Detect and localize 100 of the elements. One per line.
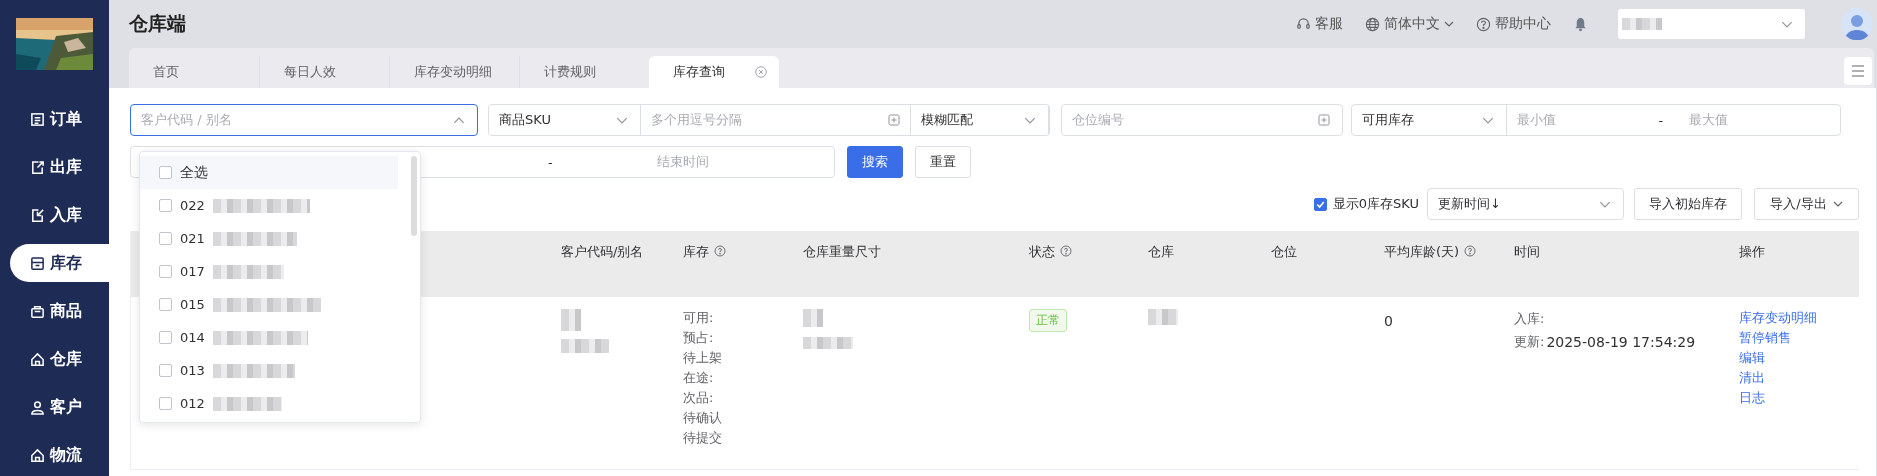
stock-line: 待提交 [683, 429, 722, 446]
checkbox[interactable] [159, 397, 172, 410]
bell-icon[interactable] [1573, 16, 1588, 32]
checkbox-label[interactable]: 显示0库存SKU [1332, 195, 1419, 213]
redacted-block [1148, 309, 1178, 325]
column-header: 时间 [1514, 243, 1541, 261]
column-header: 仓库重量尺寸 [803, 243, 882, 261]
globe-icon [1365, 16, 1380, 32]
action-link[interactable]: 编辑 [1739, 349, 1765, 366]
time-label: 更新: [1514, 333, 1545, 351]
checkbox[interactable] [159, 265, 172, 278]
action-link[interactable]: 清出 [1739, 369, 1765, 386]
app-title: 仓库端 [129, 11, 186, 36]
match-select[interactable]: 模糊匹配 [911, 105, 1049, 135]
house-icon [30, 351, 45, 367]
checkbox[interactable] [159, 331, 172, 344]
redacted-block [561, 309, 581, 331]
column-header: 仓位 [1271, 243, 1298, 261]
header-link[interactable]: 客服 [1296, 15, 1343, 33]
stock-type-select[interactable]: 可用库存 [1352, 105, 1507, 135]
checkbox[interactable] [159, 232, 172, 245]
menu-icon[interactable] [1844, 57, 1872, 85]
reset-button[interactable]: 重置 [915, 146, 971, 178]
table-cell: 0 [1384, 313, 1393, 329]
sidebar-item[interactable]: 物流 [0, 436, 109, 474]
caret-icon [1832, 201, 1843, 207]
stock-line: 在途: [683, 369, 714, 386]
action-link[interactable]: 日志 [1739, 389, 1765, 406]
help-icon [1476, 16, 1491, 32]
column-header: 平均库龄(天) [1384, 231, 1514, 297]
stock-line: 可用: [683, 309, 714, 326]
stock-line: 待确认 [683, 409, 722, 426]
dropdown-option[interactable]: 021 [140, 222, 420, 255]
redacted-block [561, 339, 609, 353]
dropdown-option[interactable]: 全选 [140, 156, 398, 189]
header-link[interactable]: 简体中文 [1365, 15, 1454, 33]
column-header: 操作 [1739, 243, 1766, 261]
add-icon[interactable] [1318, 114, 1330, 126]
export-icon [30, 159, 45, 175]
user-icon [30, 399, 45, 415]
column-header: 库存 [683, 231, 803, 297]
caret-icon [616, 116, 628, 124]
sidebar-item[interactable]: 仓库 [0, 340, 109, 378]
caret-icon [1444, 21, 1454, 27]
caret-icon [1781, 20, 1793, 28]
dropdown-option[interactable]: 012 [140, 387, 420, 420]
redacted-block [212, 396, 282, 411]
sku-type-select[interactable]: 商品SKU [489, 105, 641, 135]
headset-icon [1296, 16, 1311, 32]
box-icon [30, 255, 45, 271]
range-separator: - [1658, 112, 1665, 128]
redacted-block [803, 309, 823, 327]
action-link[interactable]: 暂停销售 [1739, 329, 1791, 346]
sidebar-item[interactable]: 客户 [0, 388, 109, 426]
dropdown-option[interactable]: 022 [140, 189, 420, 222]
dropdown-option[interactable]: 017 [140, 255, 420, 288]
dropdown-option[interactable]: 013 [140, 354, 420, 387]
stock-line: 次品: [683, 389, 714, 406]
caret-icon [1024, 116, 1036, 124]
action-link[interactable]: 库存变动明细 [1739, 309, 1817, 326]
scrollbar[interactable] [411, 156, 417, 236]
header-link[interactable]: 帮助中心 [1476, 15, 1551, 33]
help-icon [714, 245, 726, 257]
time-label: 入库: [1514, 310, 1545, 328]
tab[interactable]: 首页 [129, 56, 259, 88]
checkbox[interactable] [159, 298, 172, 311]
sidebar-item[interactable]: 库存 [10, 244, 109, 282]
house-icon [30, 447, 45, 463]
checkbox[interactable] [159, 166, 172, 179]
tab[interactable]: 库存查询 [649, 56, 779, 88]
sidebar-item[interactable]: 出库 [0, 148, 109, 186]
help-icon [1464, 245, 1477, 257]
stock-line: 预占: [683, 329, 714, 346]
sidebar-item[interactable]: 订单 [0, 100, 109, 138]
column-header: 仓库 [1148, 243, 1175, 261]
stock-line: 待上架 [683, 349, 722, 366]
status-tag: 正常 [1029, 309, 1067, 332]
redacted-block [1622, 18, 1662, 30]
add-icon[interactable] [888, 114, 900, 126]
sidebar-item[interactable]: 入库 [0, 196, 109, 234]
help-icon [1060, 245, 1072, 257]
dropdown-option[interactable]: 015 [140, 288, 420, 321]
checkbox[interactable] [159, 199, 172, 212]
search-button[interactable]: 搜索 [847, 146, 903, 178]
column-header: 状态 [1029, 231, 1148, 297]
account-select[interactable] [1618, 9, 1805, 39]
caret-icon [1482, 116, 1494, 124]
dropdown-option[interactable]: 014 [140, 321, 420, 354]
checkbox[interactable] [1313, 197, 1327, 211]
close-icon[interactable] [755, 66, 767, 78]
time-value: 2025-08-19 17:54:29 [1546, 333, 1696, 352]
column-header: 客户代码/别名 [561, 243, 645, 261]
checkbox[interactable] [159, 364, 172, 377]
sidebar-item[interactable]: 商品 [0, 292, 109, 330]
bag-icon [30, 303, 45, 319]
sort-select[interactable]: 更新时间↓ [1427, 188, 1624, 220]
import-initial-stock-button[interactable]: 导入初始库存 [1634, 188, 1742, 220]
import-export-button[interactable]: 导入/导出 [1754, 188, 1859, 220]
redacted-block [212, 264, 284, 279]
avatar[interactable] [1841, 8, 1873, 40]
